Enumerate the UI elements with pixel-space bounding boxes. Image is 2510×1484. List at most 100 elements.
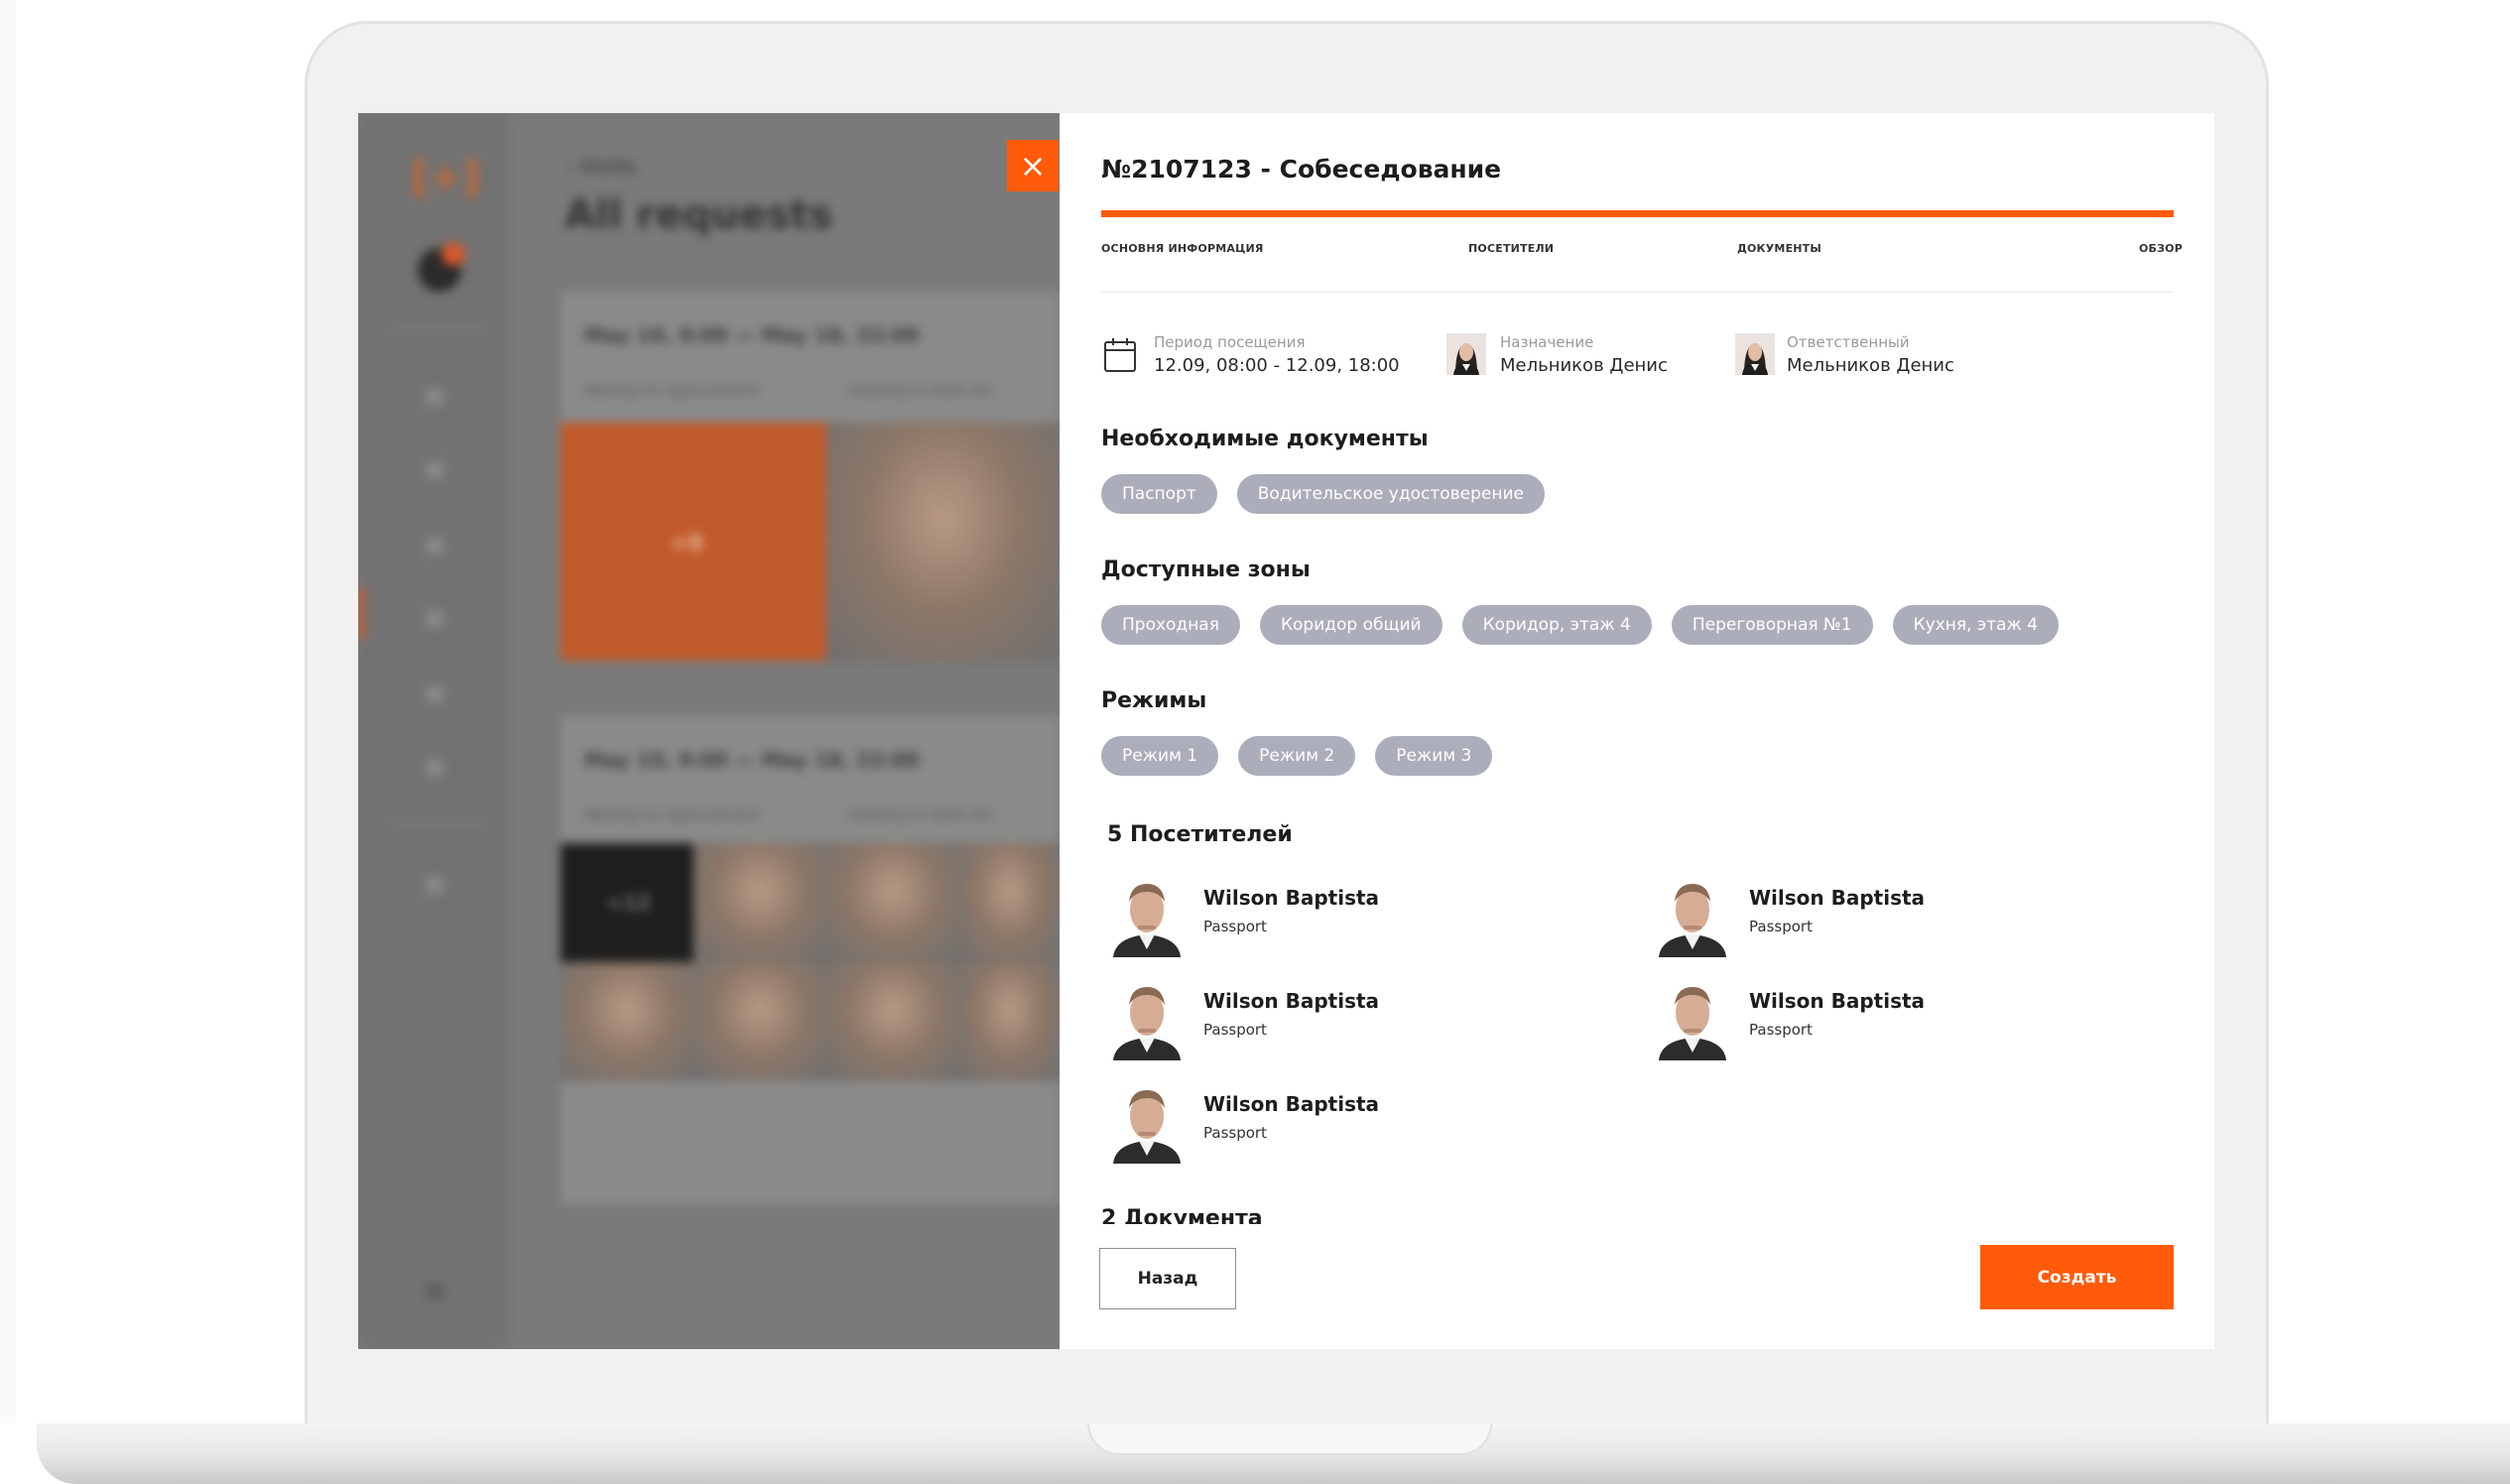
calendar-icon	[1104, 338, 1136, 372]
laptop-notch	[1087, 1423, 1492, 1455]
zones-title: Доступные зоны	[1101, 557, 1311, 582]
visitor-photo	[826, 962, 959, 1081]
collapse-icon	[426, 1284, 443, 1299]
step-visitors[interactable]: ПОСЕТИТЕЛИ	[1468, 242, 1554, 255]
zone-chip[interactable]: Кухня, этаж 4	[1892, 605, 2060, 645]
document-chip[interactable]: Паспорт	[1101, 474, 1217, 514]
visit-period: Период посещения 12.09, 08:00 - 12.09, 1…	[1103, 333, 1400, 383]
laptop-screen: [+] ‹ Visits All requests May 10, 9:00 —…	[358, 113, 2214, 1349]
page-heading: All requests	[565, 192, 833, 238]
visitor-document: Passport	[1203, 1124, 1267, 1142]
required-documents-chips: Паспорт Водительское удостоверение	[1101, 474, 1545, 514]
step-main-info[interactable]: ОСНОВНЯ ИНФОРМАЦИЯ	[1101, 242, 1264, 255]
card-status: Waiting for Approvement	[584, 383, 759, 399]
zone-chip[interactable]: Коридор, этаж 4	[1461, 605, 1652, 645]
modes-title: Режимы	[1101, 688, 1207, 713]
sidebar-divider	[390, 821, 485, 823]
sidebar-divider	[390, 329, 485, 331]
breadcrumb: ‹ Visits	[566, 157, 636, 178]
steps-divider	[1101, 292, 2174, 293]
back-button[interactable]: Назад	[1099, 1248, 1236, 1309]
page-edge	[0, 0, 16, 1423]
visitor-document: Passport	[1749, 1021, 1813, 1039]
visitor-photo	[693, 962, 826, 1081]
visitor-document: Passport	[1203, 1021, 1267, 1039]
mode-chip[interactable]: Режим 3	[1375, 736, 1493, 776]
visitor-photo	[959, 843, 1060, 962]
card-title: May 10, 9:00 — May 18, 22:00	[584, 748, 920, 772]
documents-section: 2 Документа	[1099, 1202, 1496, 1224]
visitors-title: 5 Посетителей	[1107, 822, 1293, 847]
mode-chip[interactable]: Режим 1	[1101, 736, 1219, 776]
visitor-photo	[1107, 975, 1187, 1060]
progress-bar	[1101, 210, 2174, 217]
card-location: Heading to Stalin Str.	[848, 383, 996, 399]
visitor-name: Wilson Baptista	[1203, 886, 1380, 910]
visitor-name: Wilson Baptista	[1203, 1092, 1380, 1116]
visitor-item[interactable]: Wilson Baptista Passport	[1653, 975, 2010, 1060]
active-nav-marker	[358, 587, 364, 639]
visitor-photo	[1653, 872, 1732, 957]
mail-icon	[426, 538, 443, 554]
visit-period-value: 12.09, 08:00 - 12.09, 18:00	[1154, 355, 1400, 376]
calendar-nav-icon	[426, 611, 443, 627]
visitor-photo	[1653, 975, 1732, 1060]
visit-period-label: Период посещения	[1154, 333, 1306, 351]
background-app-blur: [+] ‹ Visits All requests May 10, 9:00 —…	[358, 113, 1060, 1349]
visitor-photo	[826, 423, 1060, 661]
card-status: Waiting for Approvement	[584, 807, 759, 823]
background-app: [+] ‹ Visits All requests May 10, 9:00 —…	[358, 113, 1060, 1349]
notification-dot	[441, 242, 465, 266]
visitor-photo	[959, 962, 1060, 1081]
create-button[interactable]: Создать	[1980, 1245, 2174, 1309]
visitor-photo	[693, 843, 826, 962]
visitor-photo	[826, 843, 959, 962]
users-icon	[426, 760, 443, 776]
visitor-item[interactable]: Wilson Baptista Passport	[1653, 872, 2010, 957]
close-button[interactable]: ×	[1007, 140, 1059, 191]
orange-tile: +9	[561, 423, 826, 661]
zone-chip[interactable]: Переговорная №1	[1671, 605, 1873, 645]
responsible-avatar	[1735, 333, 1775, 375]
card-title: May 10, 9:00 — May 18, 22:00	[584, 323, 920, 347]
visitor-photo	[1107, 872, 1187, 957]
documents-title: 2 Документа	[1101, 1206, 1263, 1224]
responsible-label: Ответственный	[1787, 333, 1910, 351]
visitor-name: Wilson Baptista	[1749, 886, 1926, 910]
assignee-label: Назначение	[1500, 333, 1594, 351]
assignee-name: Мельников Денис	[1500, 355, 1668, 376]
visitor-item[interactable]: Wilson Baptista Passport	[1107, 1078, 1464, 1164]
visitor-name: Wilson Baptista	[1749, 989, 1926, 1013]
dashboard-icon	[426, 389, 443, 405]
visitor-photo	[1107, 1078, 1187, 1164]
bg-sidebar: [+]	[358, 113, 507, 1349]
app-logo: [+]	[411, 155, 481, 200]
mode-chip[interactable]: Режим 2	[1238, 736, 1356, 776]
dark-tile: +12	[561, 843, 693, 962]
modes-chips: Режим 1 Режим 2 Режим 3	[1101, 736, 1493, 776]
responsible: Ответственный Мельников Денис	[1735, 333, 1993, 383]
step-documents[interactable]: ДОКУМЕНТЫ	[1737, 242, 1821, 255]
request-panel: №2107123 - Собеседование ОСНОВНЯ ИНФОРМА…	[1060, 113, 2214, 1349]
document-chip[interactable]: Водительское удостоверение	[1236, 474, 1545, 514]
visitor-document: Passport	[1749, 918, 1813, 935]
zone-chip[interactable]: Проходная	[1101, 605, 1240, 645]
zone-chip[interactable]: Коридор общий	[1259, 605, 1443, 645]
assignee: Назначение Мельников Денис	[1446, 333, 1704, 383]
responsible-name: Мельников Денис	[1787, 355, 1954, 376]
zones-chips: Проходная Коридор общий Коридор, этаж 4 …	[1101, 605, 2060, 645]
required-documents-title: Необходимые документы	[1101, 427, 1429, 451]
step-review[interactable]: ОБЗОР	[2139, 242, 2183, 255]
visitor-photo	[561, 962, 693, 1081]
chart-icon	[426, 462, 443, 478]
tile-count: +9	[670, 532, 703, 556]
chat-icon	[426, 686, 443, 702]
card-location: Heading to Stalin Str.	[848, 807, 996, 823]
request-title: №2107123 - Собеседование	[1101, 155, 1502, 184]
visitor-document: Passport	[1203, 918, 1267, 935]
visitor-name: Wilson Baptista	[1203, 989, 1380, 1013]
settings-icon	[426, 877, 443, 893]
visitor-item[interactable]: Wilson Baptista Passport	[1107, 872, 1464, 957]
tile-count: +12	[606, 891, 651, 915]
visitor-item[interactable]: Wilson Baptista Passport	[1107, 975, 1464, 1060]
